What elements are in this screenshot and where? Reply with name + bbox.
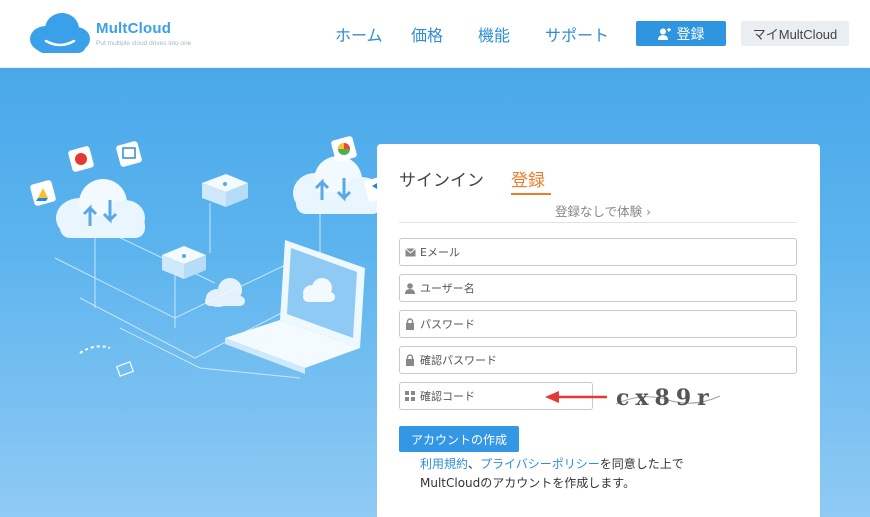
tab-signin[interactable]: サインイン <box>399 166 484 191</box>
google-drive-app-icon <box>30 180 56 206</box>
trial-without-register-link[interactable]: 登録なしで体験 › <box>555 201 651 220</box>
captcha-icon <box>404 390 416 402</box>
logo-tagline: Put multiple cloud drives into one <box>96 40 192 47</box>
email-field[interactable]: Eメール <box>399 238 797 266</box>
username-field[interactable]: ユーザー名 <box>399 274 797 302</box>
lock-icon <box>404 318 416 330</box>
server-icon <box>162 246 206 279</box>
create-account-button[interactable]: アカウントの作成 <box>399 426 519 452</box>
small-cloud-icon <box>205 278 245 307</box>
left-cloud-icon <box>56 179 145 238</box>
mega-app-icon <box>68 146 94 172</box>
nav-features[interactable]: 機能 <box>478 22 510 46</box>
cloud-logo-icon <box>30 13 90 53</box>
email-placeholder: Eメール <box>420 246 460 259</box>
captcha-image[interactable]: cx89r <box>612 384 724 410</box>
lock-icon <box>404 354 416 366</box>
webdav-app-icon <box>116 141 142 167</box>
logo-name: MultCloud <box>96 20 172 37</box>
site-header: MultCloud Put multiple cloud drives into… <box>0 0 870 68</box>
password-field[interactable]: パスワード <box>399 310 797 338</box>
terms-suffix: を同意した上で <box>599 457 684 471</box>
confirm-password-field[interactable]: 確認パスワード <box>399 346 797 374</box>
password-placeholder: パスワード <box>420 318 475 331</box>
nav-home[interactable]: ホーム <box>335 22 383 46</box>
terms-separator: 、 <box>468 457 481 471</box>
register-button-label: 登録 <box>676 26 705 43</box>
mail-icon <box>404 246 416 258</box>
captcha-text: cx89r <box>616 385 715 410</box>
register-button[interactable]: 登録 <box>636 21 726 46</box>
server-icon <box>202 174 248 207</box>
username-placeholder: ユーザー名 <box>420 282 475 295</box>
confirm-password-placeholder: 確認パスワード <box>420 354 497 367</box>
captcha-placeholder: 確認コード <box>420 390 475 403</box>
add-user-icon <box>657 27 671 40</box>
nav-support[interactable]: サポート <box>545 22 609 46</box>
user-icon <box>404 282 416 294</box>
my-multcloud-button[interactable]: マイMultCloud <box>741 21 849 46</box>
privacy-policy-link[interactable]: プライバシーポリシー <box>480 457 600 471</box>
terms-notice: 利用規約、プライバシーポリシーを同意した上で MultCloudのアカウントを作… <box>420 455 684 493</box>
tab-register[interactable]: 登録 <box>511 166 545 191</box>
nav-pricing[interactable]: 価格 <box>411 22 443 46</box>
laptop-icon <box>225 240 365 374</box>
red-arrow-annotation <box>545 391 607 403</box>
active-tab-underline <box>511 193 551 195</box>
terms-line2: MultCloudのアカウントを作成します。 <box>420 476 636 490</box>
terms-of-use-link[interactable]: 利用規約 <box>420 457 468 471</box>
cloud-network-illustration <box>30 136 380 379</box>
multcloud-logo[interactable]: MultCloud Put multiple cloud drives into… <box>24 10 204 58</box>
form-divider <box>399 222 797 223</box>
